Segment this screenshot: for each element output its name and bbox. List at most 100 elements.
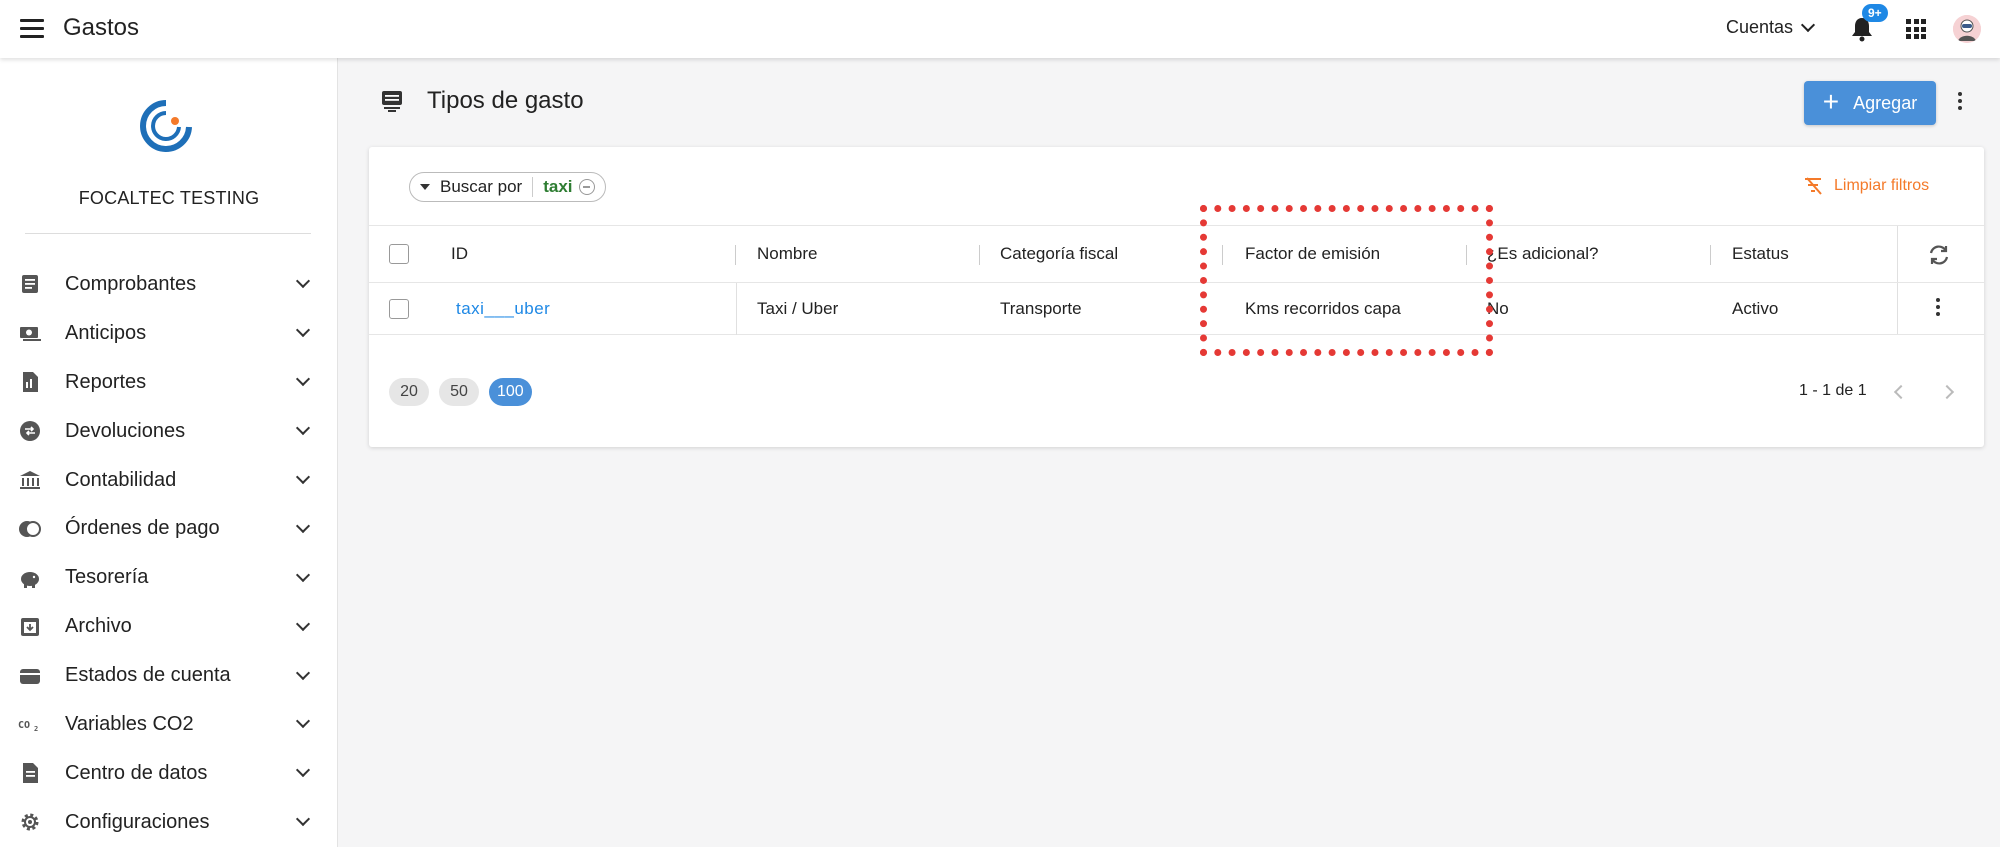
- avatar[interactable]: [1953, 15, 1981, 43]
- sidebar-item-label: Comprobantes: [65, 272, 197, 295]
- column-header-nombre[interactable]: Nombre: [757, 226, 817, 282]
- column-separator[interactable]: [735, 245, 736, 265]
- sidebar-item-label: Configuraciones: [65, 810, 210, 833]
- row-select-cell: [389, 283, 409, 334]
- search-filter-chip[interactable]: Buscar por taxi: [409, 172, 606, 202]
- sidebar-item-centro-de-datos[interactable]: Centro de datos: [0, 749, 338, 798]
- sidebar-item-label: Contabilidad: [65, 468, 177, 491]
- column-header-estatus[interactable]: Estatus: [1732, 226, 1789, 282]
- column-header-es-adicional[interactable]: ¿Es adicional?: [1487, 226, 1599, 282]
- refresh-icon[interactable]: [1927, 243, 1951, 267]
- next-page-icon[interactable]: [1939, 384, 1955, 400]
- sidebar-item-contabilidad[interactable]: Contabilidad: [0, 456, 338, 505]
- page-size-20[interactable]: 20: [389, 378, 429, 406]
- divider: [25, 233, 311, 234]
- remove-filter-icon[interactable]: [578, 179, 595, 195]
- dropdown-arrow-icon[interactable]: [420, 184, 430, 190]
- select-all-cell: [389, 226, 409, 282]
- clear-filters-label: Limpiar filtros: [1834, 177, 1930, 194]
- sidebar-item-comprobantes[interactable]: Comprobantes: [0, 260, 338, 309]
- column-separator[interactable]: [1466, 245, 1467, 265]
- actions-separator: [1897, 283, 1898, 334]
- top-app-bar: Gastos Cuentas 9+: [0, 0, 2000, 58]
- payment-order-icon: [19, 520, 41, 537]
- chevron-down-icon: [295, 714, 311, 729]
- chevron-down-icon: [295, 372, 311, 387]
- more-options-icon[interactable]: [1956, 92, 1964, 114]
- expense-types-card: Buscar por taxi Limpiar filtros ID Nombr…: [369, 147, 1984, 447]
- company-logo: [140, 100, 192, 152]
- chevron-down-icon: [295, 274, 311, 289]
- sidebar-item-reportes[interactable]: Reportes: [0, 358, 338, 407]
- column-header-factor-de-emision[interactable]: Factor de emisión: [1245, 226, 1380, 282]
- page-size-100[interactable]: 100: [489, 378, 532, 406]
- chevron-down-icon: [295, 616, 311, 631]
- row-checkbox[interactable]: [389, 298, 409, 319]
- report-icon: [23, 372, 38, 393]
- chevron-down-icon: [295, 665, 311, 680]
- chevron-down-icon: [295, 518, 311, 533]
- sidebar-item-label: Variables CO2: [65, 712, 194, 735]
- row-estatus: Activo: [1732, 298, 1779, 318]
- table-row[interactable]: taxi___uber Taxi / Uber Transporte Kms r…: [369, 283, 1984, 335]
- column-header-id[interactable]: ID: [451, 226, 468, 282]
- row-nombre: Taxi / Uber: [757, 298, 839, 318]
- column-separator[interactable]: [979, 245, 980, 265]
- row-factor: Kms recorridos capa: [1245, 298, 1401, 318]
- chevron-down-icon: [295, 469, 311, 485]
- sidebar-item-label: Centro de datos: [65, 761, 208, 784]
- sidebar-item-archivo[interactable]: Archivo: [0, 602, 338, 651]
- clear-filters-button[interactable]: Limpiar filtros: [1804, 177, 1929, 195]
- wallet-icon: [20, 668, 40, 684]
- add-button[interactable]: + Agregar: [1804, 81, 1936, 125]
- actions-separator: [1897, 226, 1898, 282]
- row-more-options-icon[interactable]: [1934, 298, 1942, 320]
- row-adicional: No: [1487, 298, 1509, 318]
- filter-value: taxi: [543, 177, 573, 196]
- pagination-range: 1 - 1 de 1: [1799, 382, 1867, 399]
- sidebar-item-label: Tesorería: [65, 566, 149, 589]
- receipt-icon: [382, 91, 402, 112]
- menu-icon[interactable]: [20, 19, 44, 39]
- accounts-label: Cuentas: [1726, 17, 1794, 37]
- co2-icon: CO 2: [18, 720, 38, 733]
- select-all-checkbox[interactable]: [389, 244, 409, 264]
- data-center-icon: [23, 763, 38, 784]
- apps-grid-icon[interactable]: [1906, 19, 1926, 39]
- sidebar-item-label: Archivo: [65, 615, 132, 638]
- archive-icon: [21, 617, 39, 636]
- sidebar-item-label: Devoluciones: [65, 419, 186, 442]
- accounts-dropdown[interactable]: Cuentas: [1726, 17, 1816, 38]
- sidebar-item-devoluciones[interactable]: Devoluciones: [0, 407, 338, 456]
- sidebar-item-ordenes-de-pago[interactable]: Órdenes de pago: [0, 504, 338, 553]
- chip-separator: [532, 177, 534, 197]
- column-header-categoria-fiscal[interactable]: Categoría fiscal: [1000, 226, 1118, 282]
- svg-text:CO: CO: [18, 720, 30, 731]
- page-size-50[interactable]: 50: [439, 378, 479, 406]
- sidebar-item-tesoreria[interactable]: Tesorería: [0, 553, 338, 602]
- sidebar-menu: Comprobantes Anticipos Reportes Devoluci…: [0, 260, 338, 847]
- sidebar-item-label: Estados de cuenta: [65, 664, 231, 687]
- plus-icon: +: [1822, 85, 1840, 117]
- chevron-down-icon: [295, 567, 311, 582]
- cell-separator: [736, 283, 737, 335]
- sidebar-item-estados-de-cuenta[interactable]: Estados de cuenta: [0, 651, 338, 700]
- table-header: ID Nombre Categoría fiscal Factor de emi…: [369, 225, 1984, 283]
- column-separator[interactable]: [1222, 245, 1223, 265]
- row-categoria: Transporte: [1000, 298, 1082, 318]
- cash-icon: [20, 327, 41, 342]
- sidebar-item-label: Anticipos: [65, 321, 147, 344]
- sidebar-item-configuraciones[interactable]: Configuraciones: [0, 798, 338, 847]
- filter-off-icon: [1805, 177, 1822, 195]
- chevron-down-icon: [295, 421, 311, 436]
- bank-icon: [20, 471, 40, 489]
- previous-page-icon[interactable]: [1893, 384, 1909, 400]
- column-separator[interactable]: [1710, 245, 1711, 265]
- company-name: FOCALTEC TESTING: [78, 188, 260, 208]
- sidebar-item-variables-co2[interactable]: CO 2 Variables CO2: [0, 700, 338, 749]
- sidebar-item-anticipos[interactable]: Anticipos: [0, 309, 338, 358]
- sidebar-item-label: Reportes: [65, 370, 147, 393]
- chevron-down-icon: [295, 763, 311, 778]
- page-title: Tipos de gasto: [427, 87, 584, 114]
- row-id-link[interactable]: taxi___uber: [456, 283, 550, 334]
